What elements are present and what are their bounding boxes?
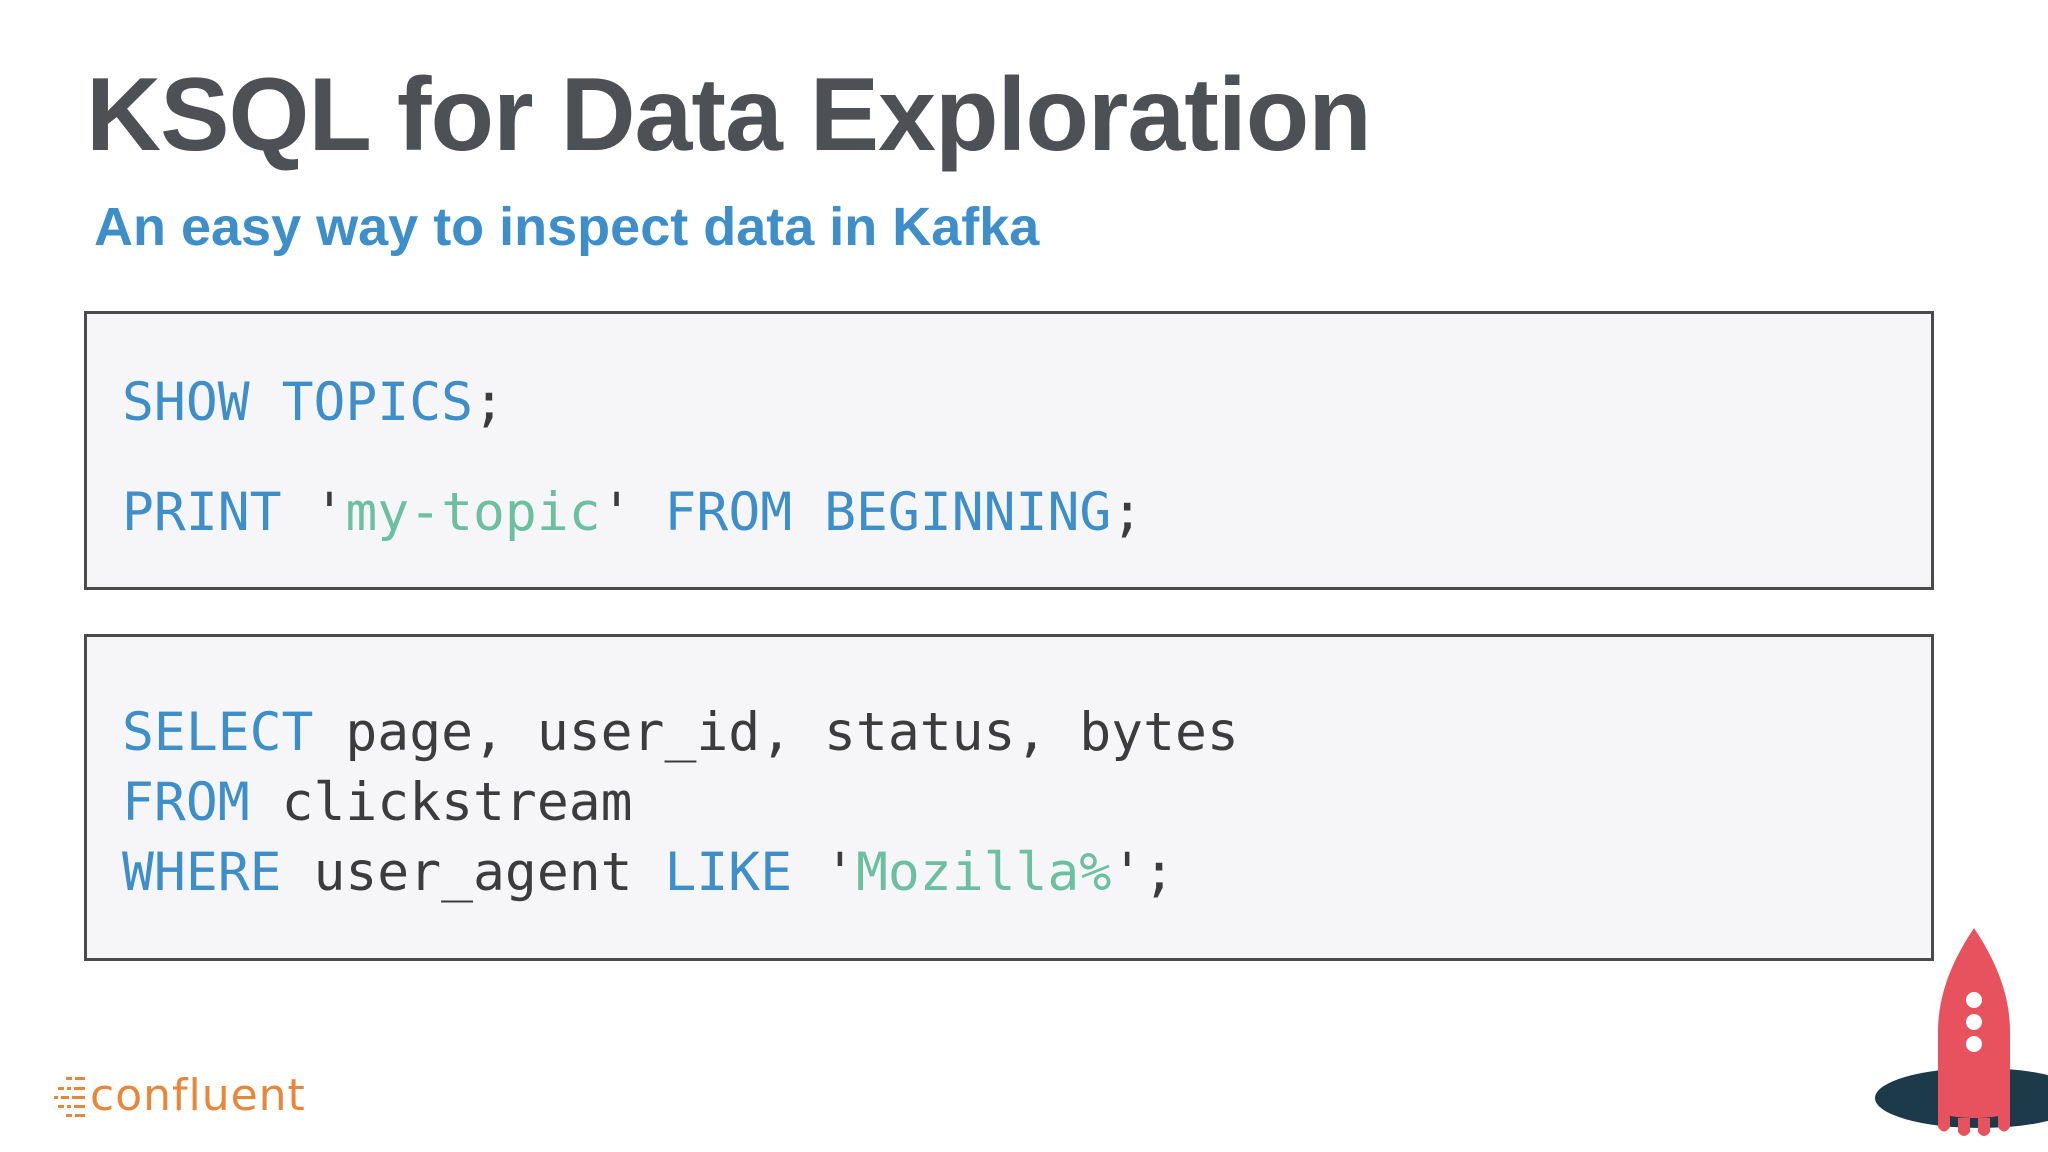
filter-column: user_agent xyxy=(313,842,633,903)
quote-open: ' xyxy=(313,482,346,543)
semicolon: ; xyxy=(1111,482,1144,543)
keyword-topics: TOPICS xyxy=(281,372,474,433)
code-line-select: SELECT page, user_id, status, bytes xyxy=(122,706,1239,759)
code-line-from: FROM clickstream xyxy=(122,776,633,829)
slide-title: KSQL for Data Exploration xyxy=(86,57,1372,173)
keyword-like: LIKE xyxy=(664,842,793,903)
pattern-string: Mozilla% xyxy=(855,842,1112,903)
keyword-print: PRINT xyxy=(122,482,282,543)
confluent-logo-icon xyxy=(54,1077,85,1117)
code-block-show-print: SHOW TOPICS; PRINT 'my-topic' FROM BEGIN… xyxy=(84,311,1934,590)
keyword-select: SELECT xyxy=(122,702,314,763)
keyword-beginning: BEGINNING xyxy=(824,482,1112,543)
quote-close: ' xyxy=(1111,842,1144,903)
confluent-logo-text: confluent xyxy=(90,1070,306,1121)
slide-subtitle: An easy way to inspect data in Kafka xyxy=(94,197,1040,257)
keyword-from: FROM xyxy=(122,772,250,833)
semicolon: ; xyxy=(1143,842,1176,903)
quote-open: ' xyxy=(824,842,856,903)
column-list: page, user_id, status, bytes xyxy=(345,702,1239,763)
stream-name: clickstream xyxy=(281,772,633,833)
topic-string: my-topic xyxy=(345,482,601,543)
keyword-from: FROM xyxy=(664,482,793,543)
code-block-select-query: SELECT page, user_id, status, bytes FROM… xyxy=(84,634,1934,961)
quote-close: ' xyxy=(600,482,633,543)
code-line-where: WHERE user_agent LIKE 'Mozilla%'; xyxy=(122,846,1175,899)
code-line-print-topic: PRINT 'my-topic' FROM BEGINNING; xyxy=(122,486,1143,539)
keyword-show: SHOW xyxy=(122,372,250,433)
keyword-where: WHERE xyxy=(122,842,282,903)
confluent-logo: confluent xyxy=(52,1068,306,1124)
rocket-icon xyxy=(1875,928,2048,1136)
semicolon: ; xyxy=(473,372,505,433)
code-line-show-topics: SHOW TOPICS; xyxy=(122,376,505,429)
